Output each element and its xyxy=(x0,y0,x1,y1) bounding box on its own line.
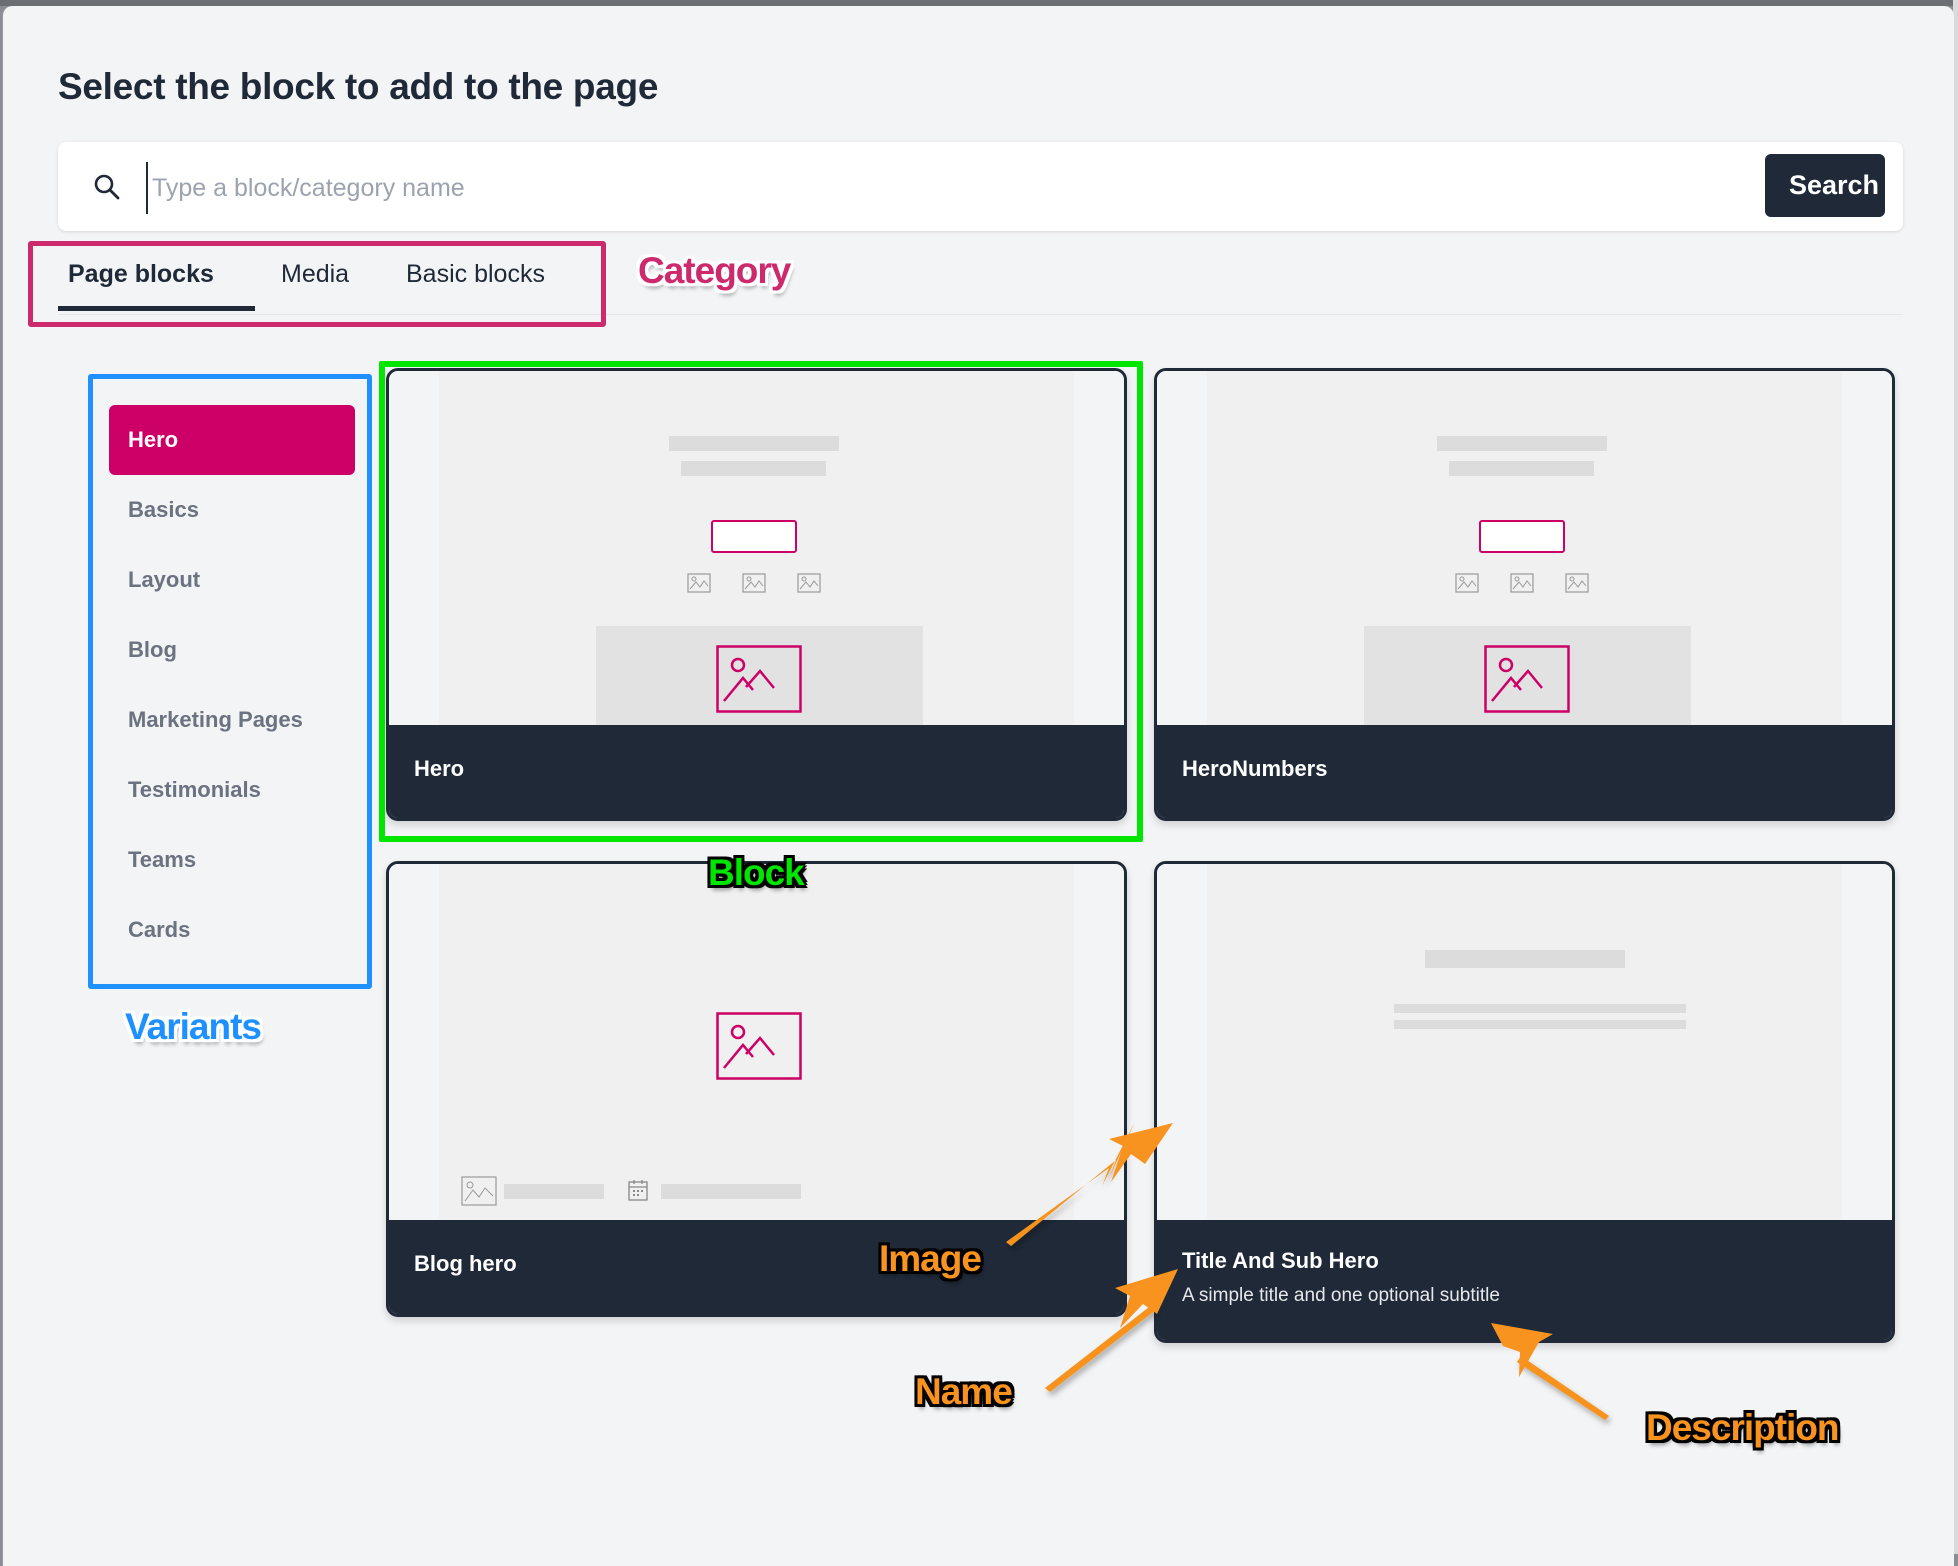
search-icon xyxy=(94,174,120,200)
block-card-title-and-sub-hero[interactable]: Title And Sub Hero A simple title and on… xyxy=(1154,861,1895,1343)
dialog-title: Select the block to add to the page xyxy=(58,66,659,107)
search-bar: Search xyxy=(58,142,1903,231)
image-placeholder-icon xyxy=(1484,645,1570,713)
image-area xyxy=(1364,626,1691,736)
title-placeholder xyxy=(1437,436,1607,451)
block-preview-image xyxy=(1157,371,1892,736)
block-name: HeroNumbers xyxy=(1182,756,1328,781)
block-card-footer: HeroNumbers xyxy=(1157,725,1892,818)
button-placeholder xyxy=(1479,520,1565,553)
block-preview-image xyxy=(1157,864,1892,1226)
variants-annotation-box xyxy=(88,374,372,989)
title-placeholder xyxy=(1425,950,1625,968)
block-description: A simple title and one optional subtitle xyxy=(1182,1285,1500,1306)
author-placeholder xyxy=(504,1184,604,1199)
small-image-icon xyxy=(1565,573,1589,593)
image-annotation-label: Image xyxy=(879,1238,982,1279)
image-placeholder-icon xyxy=(716,1012,802,1080)
description-annotation-label: Description xyxy=(1646,1407,1840,1448)
variants-annotation-label: Variants xyxy=(125,1006,262,1047)
name-arrow-icon xyxy=(1045,1304,1157,1392)
search-input[interactable] xyxy=(146,162,1654,214)
subtitle-line-placeholder xyxy=(1394,1004,1686,1013)
search-button[interactable]: Search xyxy=(1765,154,1885,217)
block-name: Title And Sub Hero xyxy=(1182,1248,1379,1273)
description-arrow-icon xyxy=(1517,1356,1609,1420)
block-card-blog-hero[interactable]: Blog hero xyxy=(386,861,1127,1317)
category-annotation-label: Category xyxy=(638,250,791,291)
block-annotation-label: Block xyxy=(708,852,805,893)
name-annotation-label: Name xyxy=(915,1371,1013,1412)
block-card-footer: Blog hero xyxy=(389,1220,1124,1314)
small-image-icon xyxy=(1510,573,1534,593)
block-name: Blog hero xyxy=(414,1251,517,1276)
calendar-icon xyxy=(628,1180,648,1201)
small-image-icon xyxy=(1455,573,1479,593)
block-card-footer: Title And Sub Hero A simple title and on… xyxy=(1157,1220,1892,1340)
author-image-icon xyxy=(461,1176,497,1206)
block-picker-dialog: Select the block to add to the page Sear… xyxy=(2,6,1954,1566)
block-preview-image xyxy=(389,864,1124,1226)
category-annotation-box xyxy=(28,241,606,327)
block-card-heronumbers[interactable]: HeroNumbers xyxy=(1154,368,1895,821)
subtitle-line-placeholder xyxy=(1394,1020,1686,1029)
subtitle-placeholder xyxy=(1449,461,1594,476)
block-annotation-box xyxy=(379,361,1143,842)
date-placeholder xyxy=(661,1184,801,1199)
